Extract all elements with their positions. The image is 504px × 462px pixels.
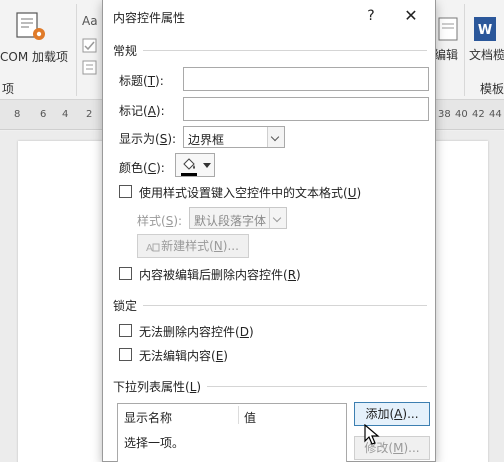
svg-text:W: W <box>478 23 492 38</box>
edit-label: 编辑 <box>434 48 459 62</box>
section-divider <box>207 386 427 387</box>
checkbox-content-icon <box>82 38 97 53</box>
aa-label: Aa <box>82 14 98 28</box>
style-label: 样式(S): <box>137 214 183 228</box>
dropdown-list-view[interactable]: 显示名称 值 选择一项。 <box>117 403 347 462</box>
display-as-value: 边界框 <box>188 133 225 147</box>
column-header-display-name[interactable]: 显示名称 <box>124 409 172 426</box>
content-control-properties-dialog: 内容控件属性 ? ✕ 常规 标题(T): 标记(A): 显示为(S): 边界框 … <box>102 0 436 462</box>
ruler-num: 42 <box>472 109 485 120</box>
remove-after-edit-checkbox[interactable] <box>119 267 132 280</box>
cannot-edit-checkbox[interactable] <box>119 348 132 361</box>
com-addins-icon <box>16 12 45 40</box>
style-value: 默认段落字体 <box>194 214 267 228</box>
list-item[interactable]: 选择一项。 <box>124 434 184 451</box>
ruler-num: 38 <box>438 109 451 120</box>
new-style-button[interactable]: A 新建样式(N)... <box>137 234 249 258</box>
svg-text:A: A <box>146 243 153 253</box>
new-style-text: 新建样式(N)... <box>161 239 239 253</box>
chevron-down-icon <box>267 127 284 147</box>
style-select[interactable]: 默认段落字体 <box>189 207 287 229</box>
column-divider[interactable] <box>238 406 239 424</box>
use-style-label: 使用样式设置键入空控件中的文本格式(U) <box>139 186 362 200</box>
paint-bucket-icon <box>183 158 195 170</box>
display-as-select[interactable]: 边界框 <box>183 126 285 148</box>
com-addins-button[interactable]: COM 加载项 <box>0 10 70 70</box>
com-addins-label: COM 加载项 <box>0 50 68 64</box>
ruler-num: 6 <box>40 109 47 120</box>
close-icon[interactable]: ✕ <box>401 6 421 26</box>
dialog-titlebar[interactable]: 内容控件属性 ? ✕ <box>103 0 435 32</box>
title-label: 标题(T): <box>119 74 164 88</box>
ruler-num: 8 <box>14 109 21 120</box>
list-header: 显示名称 值 <box>118 404 346 426</box>
caret-down-icon <box>203 163 211 168</box>
chevron-down-icon <box>269 208 286 228</box>
mouse-cursor-icon <box>364 424 380 445</box>
ruler-num: 4 <box>62 109 69 120</box>
section-general: 常规 <box>113 44 138 58</box>
right-group-label: 模板 <box>480 82 504 96</box>
ruler-num: 2 <box>86 109 93 120</box>
cannot-delete-checkbox[interactable] <box>119 324 132 337</box>
word-doc-template-icon: W <box>474 17 496 41</box>
tag-label: 标记(A): <box>119 104 165 118</box>
display-as-label: 显示为(S): <box>119 132 177 146</box>
color-swatch <box>181 173 197 176</box>
cannot-edit-label: 无法编辑内容(E) <box>139 349 228 363</box>
section-divider <box>143 50 427 51</box>
ribbon-separator <box>76 4 77 96</box>
column-header-value[interactable]: 值 <box>244 409 256 426</box>
remove-after-edit-label: 内容被编辑后删除内容控件(R) <box>139 268 301 282</box>
ruler-num: 40 <box>455 109 468 120</box>
building-block-icon <box>82 60 97 75</box>
doc-template-label: 文档榄 <box>469 48 504 62</box>
cannot-delete-label: 无法删除内容控件(D) <box>139 325 254 339</box>
left-group-label: 项 <box>2 82 15 96</box>
dialog-title: 内容控件属性 <box>113 11 186 25</box>
help-button[interactable]: ? <box>361 6 381 26</box>
edit-icon <box>438 17 458 41</box>
tag-input[interactable] <box>183 97 429 121</box>
section-divider <box>143 305 427 306</box>
new-style-icon: A <box>146 243 160 253</box>
ruler-num: 44 <box>489 109 502 120</box>
color-label: 颜色(C): <box>119 161 165 175</box>
color-picker-button[interactable] <box>175 153 215 177</box>
section-dropdown-properties: 下拉列表属性(L) <box>113 380 202 394</box>
section-locking: 锁定 <box>113 299 138 313</box>
add-button[interactable]: 添加(A)... <box>354 402 430 426</box>
title-input[interactable] <box>183 67 429 91</box>
use-style-checkbox[interactable] <box>119 185 132 198</box>
ribbon-separator-right <box>464 4 465 96</box>
